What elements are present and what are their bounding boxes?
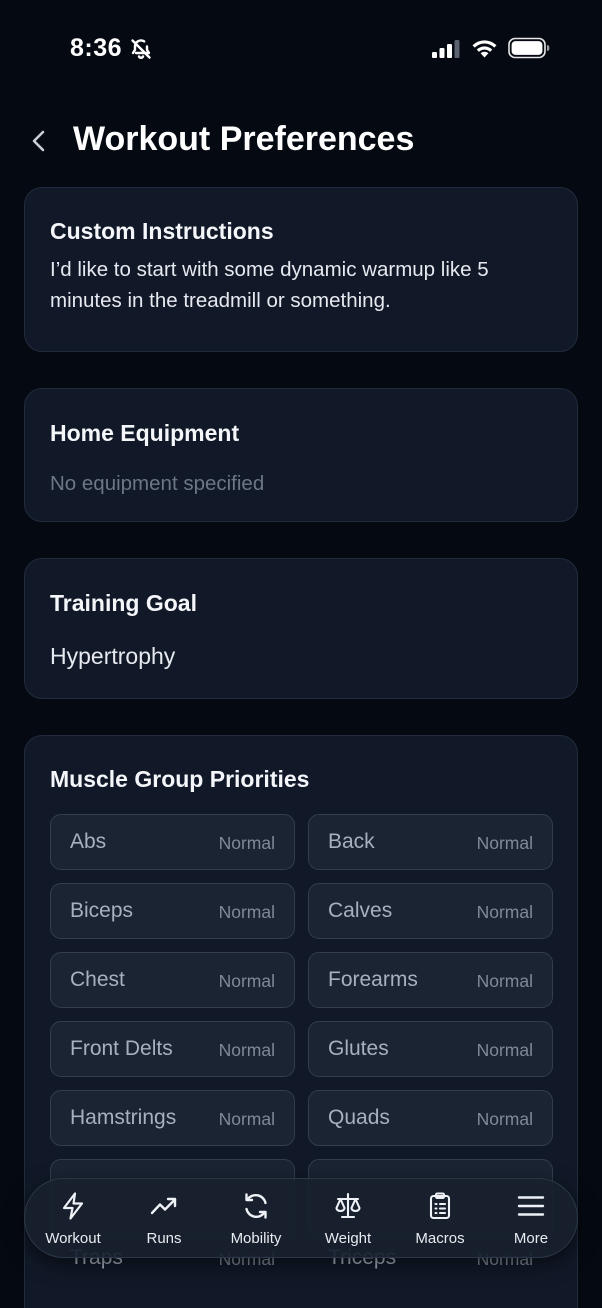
tab-weight[interactable]: Weight <box>302 1179 394 1259</box>
lightning-icon <box>62 1192 84 1220</box>
bottom-tab-bar: Workout Runs Mobility Weight Macros More <box>24 1178 578 1258</box>
muscle-chip-hamstrings[interactable]: Hamstrings Normal <box>50 1090 295 1146</box>
custom-instructions-text: I’d like to start with some dynamic warm… <box>50 258 489 312</box>
muscle-chip-calves[interactable]: Calves Normal <box>308 883 553 939</box>
home-equipment-card[interactable]: Home Equipment No equipment specified <box>24 388 578 522</box>
muscle-chip-glutes[interactable]: Glutes Normal <box>308 1021 553 1077</box>
muscle-priority-level: Normal <box>476 902 533 922</box>
muscle-priority-level: Normal <box>218 1040 275 1060</box>
refresh-icon <box>245 1193 267 1219</box>
muscle-priority-level: Normal <box>476 1040 533 1060</box>
menu-icon <box>517 1196 545 1216</box>
muscle-name: Quads <box>328 1106 390 1129</box>
muscle-chip-quads[interactable]: Quads Normal <box>308 1090 553 1146</box>
muscle-chip-forearms[interactable]: Forearms Normal <box>308 952 553 1008</box>
muscle-chip-chest[interactable]: Chest Normal <box>50 952 295 1008</box>
bell-slash-icon <box>131 39 151 59</box>
tab-label: Mobility <box>230 1230 282 1247</box>
muscle-chip-front-delts[interactable]: Front Delts Normal <box>50 1021 295 1077</box>
muscle-name: Hamstrings <box>70 1106 177 1129</box>
tab-workout[interactable]: Workout <box>27 1179 119 1259</box>
muscle-name: Biceps <box>70 899 134 922</box>
tab-label: More <box>513 1230 549 1247</box>
chevron-left-icon[interactable] <box>28 128 50 154</box>
page-title: Workout Preferences <box>73 120 415 158</box>
muscle-name: Front Delts <box>70 1037 173 1060</box>
tab-label: Workout <box>45 1230 101 1247</box>
tab-label: Runs <box>146 1230 182 1247</box>
tab-macros[interactable]: Macros <box>394 1179 486 1259</box>
wifi-icon <box>472 40 497 58</box>
tab-runs[interactable]: Runs <box>118 1179 210 1259</box>
muscle-name: Abs <box>70 830 107 853</box>
muscle-priority-level: Normal <box>218 1109 275 1129</box>
muscle-priority-level: Normal <box>476 971 533 991</box>
muscle-name: Glutes <box>328 1037 389 1060</box>
trending-up-icon <box>150 1197 177 1215</box>
muscle-priority-level: Normal <box>218 971 275 991</box>
muscle-priority-level: Normal <box>476 1109 533 1129</box>
tab-more[interactable]: More <box>485 1179 577 1259</box>
home-equipment-title: Home Equipment <box>50 420 240 446</box>
screen: 8:36 Workout Preferences Custom Instruct… <box>0 0 602 1308</box>
training-goal-value: Hypertrophy <box>50 643 176 669</box>
status-bar: 8:36 <box>0 0 602 96</box>
muscle-name: Calves <box>328 899 393 922</box>
muscle-priority-level: Normal <box>476 833 533 853</box>
training-goal-card[interactable]: Training Goal Hypertrophy <box>24 558 578 699</box>
muscle-name: Back <box>328 830 375 853</box>
tab-label: Weight <box>324 1230 372 1247</box>
clipboard-list-icon <box>429 1192 451 1220</box>
custom-instructions-card[interactable]: Custom Instructions I’d like to start wi… <box>24 187 578 352</box>
muscle-name: Forearms <box>328 968 418 991</box>
home-equipment-empty-text: No equipment specified <box>50 472 265 495</box>
muscle-chip-biceps[interactable]: Biceps Normal <box>50 883 295 939</box>
signal-icon <box>432 40 460 58</box>
status-time: 8:36 <box>70 34 123 62</box>
muscle-priority-level: Normal <box>218 902 275 922</box>
muscle-priorities-title: Muscle Group Priorities <box>50 766 310 792</box>
training-goal-title: Training Goal <box>50 590 197 616</box>
scale-icon <box>335 1192 361 1219</box>
muscle-chip-back[interactable]: Back Normal <box>308 814 553 870</box>
custom-instructions-title: Custom Instructions <box>50 218 274 244</box>
tab-label: Macros <box>415 1230 465 1247</box>
muscle-name: Chest <box>70 968 125 991</box>
page-header: Workout Preferences <box>0 110 602 172</box>
battery-icon <box>508 37 550 59</box>
tab-mobility[interactable]: Mobility <box>210 1179 302 1259</box>
muscle-priority-level: Normal <box>218 833 275 853</box>
muscle-chip-abs[interactable]: Abs Normal <box>50 814 295 870</box>
